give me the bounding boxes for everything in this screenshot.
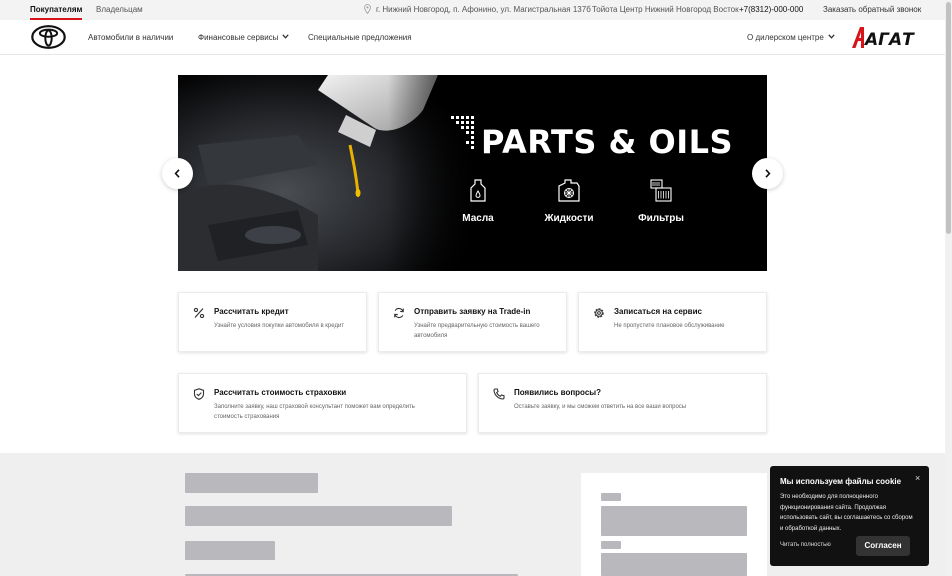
skeleton-line [185, 506, 452, 526]
cookie-read-more-link[interactable]: Читать полностью [780, 542, 831, 548]
chevron-down-icon[interactable] [828, 34, 835, 39]
skeleton-label [601, 541, 621, 549]
top-bar: Покупателям Владельцам г. Нижний Новгоро… [0, 0, 945, 20]
card-credit-title: Рассчитать кредит [214, 307, 289, 316]
oil-bottle-icon [470, 179, 486, 202]
hero-banner[interactable]: PARTS & OILS Масла Жидкости Фильтры [178, 75, 767, 271]
card-questions-title: Появились вопросы? [514, 388, 601, 397]
card-trade-in-desc: Узнайте предварительную стоимость вашего… [414, 323, 540, 339]
card-insurance-desc: Заполните заявку, наш страховой консульт… [214, 404, 415, 420]
card-service-desc: Не пропустите плановое обслуживание [614, 323, 725, 329]
card-questions-desc: Оставьте заявку, и мы сможем ответить на… [514, 404, 687, 410]
skeleton-field [601, 553, 747, 576]
callback-link[interactable]: Заказать обратный звонок [823, 0, 921, 20]
category-fluids-label: Жидкости [544, 213, 594, 224]
engine-oil-image [178, 75, 478, 271]
skeleton-field [601, 506, 747, 536]
percent-icon [193, 307, 205, 319]
nav-financial-services[interactable]: Финансовые сервисы [198, 20, 278, 55]
page: Покупателям Владельцам г. Нижний Новгоро… [0, 0, 952, 576]
dealer-name: Тойота Центр Нижний Новгород Восток [592, 5, 739, 14]
category-fluids[interactable]: Жидкости [539, 179, 599, 224]
phone-link[interactable]: +7(8312)-000-000 [739, 0, 803, 20]
carousel-prev-button[interactable] [162, 158, 193, 189]
card-questions[interactable]: Появились вопросы? Оставьте заявку, и мы… [478, 373, 767, 433]
nav-about-dealer[interactable]: О дилерском центре [747, 20, 824, 55]
svg-text:АГАТ: АГАТ [863, 30, 915, 49]
location-pin-icon [364, 4, 371, 14]
card-service-title: Записаться на сервис [614, 307, 702, 316]
card-service[interactable]: Записаться на сервис Не пропустите плано… [578, 292, 767, 352]
skeleton-label [601, 493, 621, 501]
scrollbar[interactable] [945, 0, 952, 576]
phone-icon [493, 388, 505, 400]
category-oils-label: Масла [462, 213, 494, 224]
gear-icon [594, 308, 604, 318]
banner-title: PARTS & OILS [481, 123, 734, 161]
fluid-canister-icon [558, 179, 580, 202]
cookie-banner: Мы используем файлы cookie × Это необход… [770, 466, 929, 566]
card-insurance[interactable]: Рассчитать стоимость страховки Заполните… [178, 373, 467, 433]
tab-buyers[interactable]: Покупателям [30, 0, 83, 20]
close-icon[interactable]: × [915, 473, 920, 483]
scrollbar-thumb[interactable] [946, 2, 951, 234]
main-header: Автомобили в наличии Финансовые сервисы … [0, 20, 945, 55]
cookie-accept-button[interactable]: Согласен [856, 536, 910, 556]
card-insurance-title: Рассчитать стоимость страховки [214, 388, 347, 397]
card-credit[interactable]: Рассчитать кредит Узнайте условия покупк… [178, 292, 367, 352]
category-filters[interactable]: Фильтры [631, 179, 691, 224]
card-credit-desc: Узнайте условия покупки автомобиля в кре… [214, 323, 345, 329]
nav-cars-in-stock[interactable]: Автомобили в наличии [88, 20, 173, 55]
parts-dots-decoration [451, 116, 474, 149]
filter-icon [650, 179, 672, 202]
chevron-down-icon[interactable] [282, 34, 289, 39]
category-oils[interactable]: Масла [448, 179, 508, 224]
nav-special-offers[interactable]: Специальные предложения [308, 20, 412, 55]
toyota-logo[interactable] [31, 25, 66, 49]
skeleton-line [185, 541, 275, 560]
card-trade-in[interactable]: Отправить заявку на Trade-in Узнайте пре… [378, 292, 567, 352]
shield-check-icon [193, 388, 205, 400]
refresh-icon [394, 307, 404, 319]
cookie-text: Это необходимо для полноценного функцион… [780, 494, 913, 532]
address-text: г. Нижний Новгород, п. Афонино, ул. Маги… [376, 5, 591, 14]
chevron-left-icon [174, 169, 180, 178]
agat-logo[interactable]: АГАТ [851, 25, 915, 49]
category-filters-label: Фильтры [638, 213, 684, 224]
cookie-title: Мы используем файлы cookie [780, 477, 902, 486]
card-trade-in-title: Отправить заявку на Trade-in [414, 307, 531, 316]
skeleton-title [185, 473, 318, 493]
tab-owners[interactable]: Владельцам [96, 0, 143, 20]
chevron-right-icon [765, 169, 771, 178]
carousel-next-button[interactable] [752, 158, 783, 189]
